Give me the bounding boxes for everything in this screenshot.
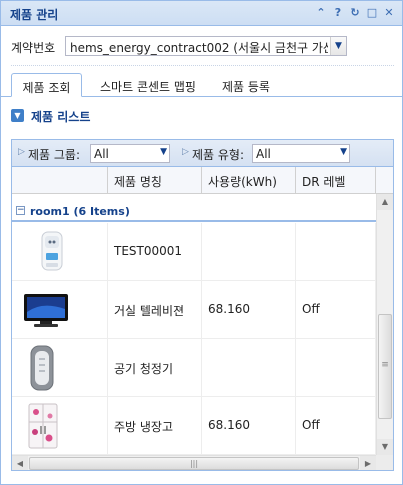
usage-cell: 68.160 (202, 281, 296, 339)
help-icon[interactable]: ? (332, 7, 344, 19)
collapse-toggle-icon[interactable]: − (16, 206, 25, 215)
product-group-value: All (94, 147, 109, 161)
contract-label: 계약번호 (11, 41, 56, 55)
table-row[interactable]: 주방 냉장고 68.160 Off (12, 397, 376, 455)
product-type-select[interactable]: All ▼ (252, 144, 350, 163)
scroll-right-icon[interactable]: ▶ (360, 456, 376, 470)
usage-cell (202, 223, 296, 281)
tab-smart-outlet-mapping[interactable]: 스마트 콘센트 맵핑 (88, 73, 208, 97)
table-row[interactable]: 공기 청정기 (12, 339, 376, 397)
divider (11, 65, 394, 66)
product-grid: ▷ 제품 그룹: All ▼ ▷ 제품 유형: All ▼ 제품 명칭 사용량(… (11, 139, 394, 471)
tab-strip: 제품 조회 스마트 콘센트 맵핑 제품 등록 (1, 73, 402, 97)
scrollbar-corner (376, 455, 393, 470)
product-name-cell: TEST00001 (108, 223, 202, 281)
refresh-icon[interactable]: ↻ (349, 7, 361, 19)
tab-product-search[interactable]: 제품 조회 (11, 73, 82, 97)
product-list-title: 제품 리스트 (31, 110, 91, 124)
horizontal-scroll-thumb[interactable]: ||| (29, 457, 359, 470)
table-row[interactable]: 거실 텔레비젼 68.160 Off (12, 281, 376, 339)
maximize-icon[interactable]: □ (366, 7, 378, 19)
panel-title: 제품 관리 (10, 8, 59, 22)
dr-level-cell (296, 223, 376, 281)
tab-label: 제품 조회 (22, 81, 71, 95)
horizontal-scrollbar[interactable]: ◀ ||| ▶ (12, 455, 376, 470)
table-row[interactable]: TEST00001 (12, 223, 376, 281)
contract-select[interactable]: hems_energy_contract002 (서울시 금천구 가산... ▼ (65, 36, 347, 56)
close-icon[interactable]: ✕ (383, 7, 395, 19)
column-header-dr-level[interactable]: DR 레벨 (296, 167, 376, 194)
column-header-usage[interactable]: 사용량(kWh) (202, 167, 296, 194)
group-label: room1 (6 Items) (30, 205, 130, 218)
filter-toolbar: ▷ 제품 그룹: All ▼ ▷ 제품 유형: All ▼ (12, 140, 393, 167)
product-image-cell (12, 223, 108, 281)
contract-select-value: hems_energy_contract002 (서울시 금천구 가산... (70, 41, 328, 55)
contract-row: 계약번호 hems_energy_contract002 (서울시 금천구 가산… (1, 34, 402, 58)
product-management-panel: 제품 관리 ⌃ ? ↻ □ ✕ 계약번호 hems_energy_contrac… (0, 0, 403, 485)
product-type-filter: ▷ 제품 유형: All ▼ (182, 144, 357, 163)
product-type-value: All (256, 147, 271, 161)
scroll-left-icon[interactable]: ◀ (12, 456, 28, 470)
dr-level-cell: Off (296, 281, 376, 339)
dr-level-cell (296, 339, 376, 397)
chevron-down-icon[interactable]: ▼ (340, 147, 347, 157)
tv-image (24, 294, 68, 327)
vertical-scrollbar[interactable]: ▲ ≡ ▼ (376, 194, 393, 455)
product-type-label: 제품 유형: (192, 148, 245, 162)
scroll-down-icon[interactable]: ▼ (377, 439, 393, 455)
product-image-cell (12, 281, 108, 339)
chevron-down-icon[interactable]: ▼ (330, 37, 346, 55)
separator-arrow-icon: ▷ (18, 147, 25, 157)
product-image-cell (12, 339, 108, 397)
product-image-cell (12, 397, 108, 455)
group-row[interactable]: − room1 (6 Items) (12, 202, 376, 222)
product-name-cell: 주방 냉장고 (108, 397, 202, 455)
tab-product-register[interactable]: 제품 등록 (213, 73, 279, 97)
refrigerator-image (28, 403, 58, 449)
usage-cell (202, 339, 296, 397)
smart-plug-image (41, 231, 63, 271)
collapse-icon[interactable]: ⌃ (315, 7, 327, 19)
tab-label: 제품 등록 (222, 80, 270, 94)
usage-cell: 68.160 (202, 397, 296, 455)
product-name-cell: 공기 청정기 (108, 339, 202, 397)
column-header-row: 제품 명칭 사용량(kWh) DR 레벨 (12, 167, 393, 194)
air-purifier-image (30, 345, 54, 391)
product-name-cell: 거실 텔레비젼 (108, 281, 202, 339)
separator-arrow-icon: ▷ (182, 147, 189, 157)
product-group-filter: ▷ 제품 그룹: All ▼ (18, 144, 173, 163)
product-group-select[interactable]: All ▼ (90, 144, 170, 163)
collapse-chevron-icon[interactable]: ▼ (11, 109, 24, 122)
dr-level-cell: Off (296, 397, 376, 455)
column-header-image[interactable] (12, 167, 108, 194)
vertical-scroll-thumb[interactable]: ≡ (378, 314, 392, 419)
scroll-up-icon[interactable]: ▲ (377, 194, 393, 210)
chevron-down-icon[interactable]: ▼ (160, 147, 167, 157)
product-group-label: 제품 그룹: (28, 148, 81, 162)
panel-title-bar: 제품 관리 ⌃ ? ↻ □ ✕ (1, 1, 402, 26)
tab-label: 스마트 콘센트 맵핑 (100, 80, 196, 94)
column-header-name[interactable]: 제품 명칭 (108, 167, 202, 194)
